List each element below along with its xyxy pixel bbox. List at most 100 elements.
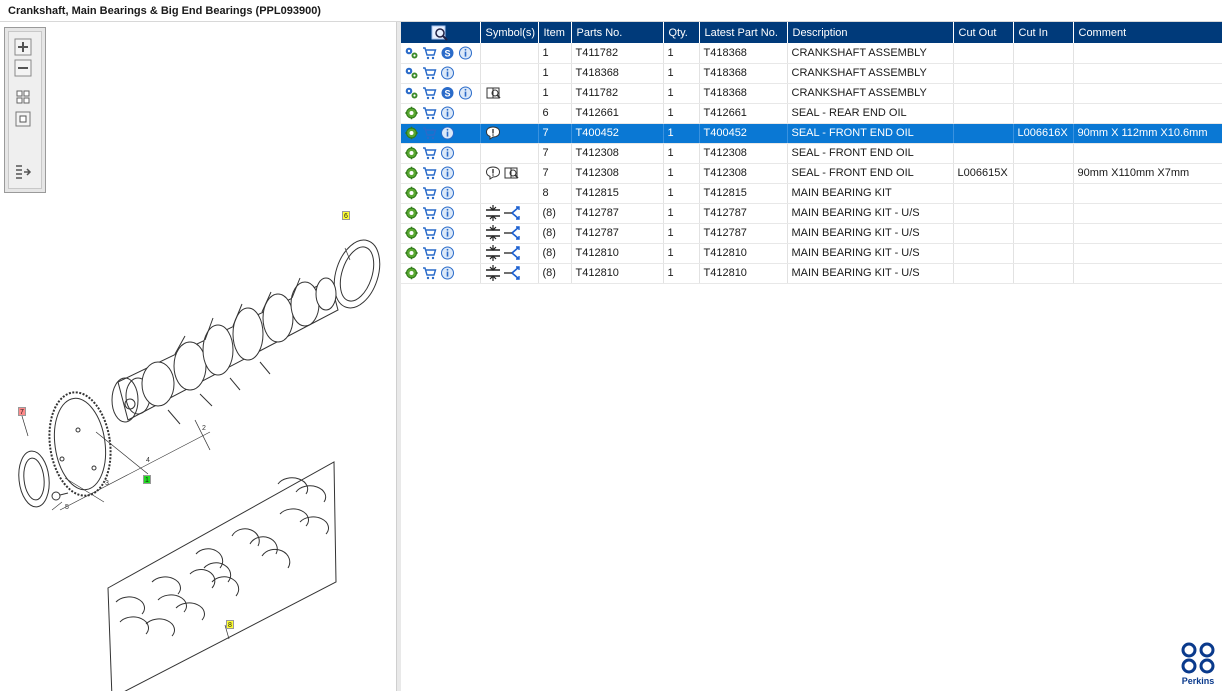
- callout-5[interactable]: 5: [63, 503, 71, 512]
- info-icon[interactable]: [458, 86, 473, 100]
- alternative-arrow-icon[interactable]: [503, 205, 521, 221]
- cell-parts-no: T412308: [571, 163, 664, 184]
- cell-comment: [1073, 243, 1222, 264]
- cell-qty: 1: [663, 243, 700, 264]
- gear-icon[interactable]: [404, 266, 419, 280]
- table-row[interactable]: 6 T412661 1 T412661 SEAL - REAR END OIL: [401, 103, 1222, 124]
- table-row[interactable]: 7 T412308 1 T412308 SEAL - FRONT END OIL: [401, 143, 1222, 164]
- undersize-icon[interactable]: [485, 245, 501, 261]
- alternative-arrow-icon[interactable]: [503, 225, 521, 241]
- cart-icon[interactable]: [422, 66, 437, 80]
- column-search-button[interactable]: [401, 22, 481, 43]
- table-row[interactable]: 7 T400452 1 T400452 SEAL - FRONT END OIL L006…: [401, 123, 1222, 144]
- gear-icon[interactable]: [404, 106, 419, 120]
- table-row[interactable]: (8) T412810 1 T412810 MAIN BEARING KIT - U/S: [401, 263, 1222, 284]
- callout-4[interactable]: 4: [144, 456, 152, 465]
- column-item[interactable]: Item: [538, 22, 572, 43]
- table-row[interactable]: 7 T412308 1 T412308 SEAL - FRONT END OIL L006…: [401, 163, 1222, 184]
- info-icon[interactable]: [440, 246, 455, 260]
- undersize-icon[interactable]: [485, 225, 501, 241]
- undersize-icon[interactable]: [485, 265, 501, 281]
- cart-icon[interactable]: [422, 146, 437, 160]
- cell-item: (8): [538, 223, 572, 244]
- cell-parts-no: T412308: [571, 143, 664, 164]
- callout-8[interactable]: 8: [226, 620, 234, 629]
- gear-icon[interactable]: [404, 166, 419, 180]
- cart-icon[interactable]: [422, 126, 437, 140]
- cart-icon[interactable]: [422, 86, 437, 100]
- cell-description: MAIN BEARING KIT: [787, 183, 954, 204]
- table-row[interactable]: S 1 T411782 1 T418368 CRANKSHAFT ASSEMBLY: [401, 43, 1222, 64]
- info-icon[interactable]: [440, 126, 455, 140]
- cell-comment: [1073, 183, 1222, 204]
- cell-qty: 1: [663, 183, 700, 204]
- assembly-icon[interactable]: [404, 46, 419, 60]
- callout-6[interactable]: 6: [342, 211, 350, 220]
- table-row[interactable]: (8) T412787 1 T412787 MAIN BEARING KIT - U/S: [401, 203, 1222, 224]
- book-magnifier-icon[interactable]: [503, 166, 521, 180]
- info-icon[interactable]: [440, 146, 455, 160]
- info-icon[interactable]: [458, 46, 473, 60]
- alternative-arrow-icon[interactable]: [503, 265, 521, 281]
- column-symbols[interactable]: Symbol(s): [480, 22, 539, 43]
- info-icon[interactable]: [440, 106, 455, 120]
- info-icon[interactable]: [440, 66, 455, 80]
- column-description[interactable]: Description: [787, 22, 954, 43]
- callout-2[interactable]: 2: [200, 424, 208, 433]
- column-latest-part-no[interactable]: Latest Part No.: [699, 22, 788, 43]
- bolt-drawing: [51, 491, 69, 501]
- comment-alert-icon[interactable]: [485, 166, 501, 180]
- cart-icon[interactable]: [422, 246, 437, 260]
- cell-cut-out: [953, 83, 1014, 104]
- table-row[interactable]: 8 T412815 1 T412815 MAIN BEARING KIT: [401, 183, 1222, 204]
- cell-qty: 1: [663, 43, 700, 64]
- service-icon[interactable]: S: [440, 46, 455, 60]
- alternative-arrow-icon[interactable]: [503, 245, 521, 261]
- info-icon[interactable]: [440, 266, 455, 280]
- table-row[interactable]: (8) T412787 1 T412787 MAIN BEARING KIT - U/S: [401, 223, 1222, 244]
- column-comment[interactable]: Comment: [1073, 22, 1222, 43]
- assembly-icon[interactable]: [404, 86, 419, 100]
- cart-icon[interactable]: [422, 186, 437, 200]
- cell-cut-out: [953, 243, 1014, 264]
- cart-icon[interactable]: [422, 206, 437, 220]
- gear-icon[interactable]: [404, 126, 419, 140]
- exploded-parts-drawing: [18, 239, 381, 691]
- column-qty[interactable]: Qty.: [663, 22, 700, 43]
- cart-icon[interactable]: [422, 106, 437, 120]
- table-row[interactable]: 1 T418368 1 T418368 CRANKSHAFT ASSEMBLY: [401, 63, 1222, 84]
- row-symbols: [480, 83, 539, 104]
- book-magnifier-icon[interactable]: [485, 86, 503, 100]
- info-icon[interactable]: [440, 166, 455, 180]
- callout-1[interactable]: 1: [143, 475, 151, 484]
- service-icon[interactable]: S: [440, 86, 455, 100]
- cart-icon[interactable]: [422, 226, 437, 240]
- info-icon[interactable]: [440, 226, 455, 240]
- illustration-pane[interactable]: 6 7 1 8 2 3 4 5: [0, 22, 397, 691]
- gear-icon[interactable]: [404, 206, 419, 220]
- gear-icon[interactable]: [404, 246, 419, 260]
- cart-icon[interactable]: [422, 46, 437, 60]
- callout-7[interactable]: 7: [18, 407, 26, 416]
- comment-alert-icon[interactable]: [485, 126, 501, 140]
- cart-icon[interactable]: [422, 166, 437, 180]
- undersize-icon[interactable]: [485, 205, 501, 221]
- column-cut-out[interactable]: Cut Out: [953, 22, 1014, 43]
- cart-icon[interactable]: [422, 266, 437, 280]
- info-icon[interactable]: [440, 186, 455, 200]
- column-parts-no[interactable]: Parts No.: [571, 22, 664, 43]
- cell-comment: [1073, 103, 1222, 124]
- cell-item: 7: [538, 143, 572, 164]
- callout-3[interactable]: 3: [103, 479, 111, 488]
- gear-icon[interactable]: [404, 146, 419, 160]
- column-cut-in[interactable]: Cut In: [1013, 22, 1074, 43]
- table-row[interactable]: (8) T412810 1 T412810 MAIN BEARING KIT - U/S: [401, 243, 1222, 264]
- table-row[interactable]: S 1 T411782 1 T418368 CRANKSHAFT ASSEMBLY: [401, 83, 1222, 104]
- cell-description: MAIN BEARING KIT - U/S: [787, 223, 954, 244]
- assembly-icon[interactable]: [404, 66, 419, 80]
- row-actions: [401, 163, 481, 184]
- gear-icon[interactable]: [404, 186, 419, 200]
- info-icon[interactable]: [440, 206, 455, 220]
- cell-cut-in: [1013, 103, 1074, 124]
- gear-icon[interactable]: [404, 226, 419, 240]
